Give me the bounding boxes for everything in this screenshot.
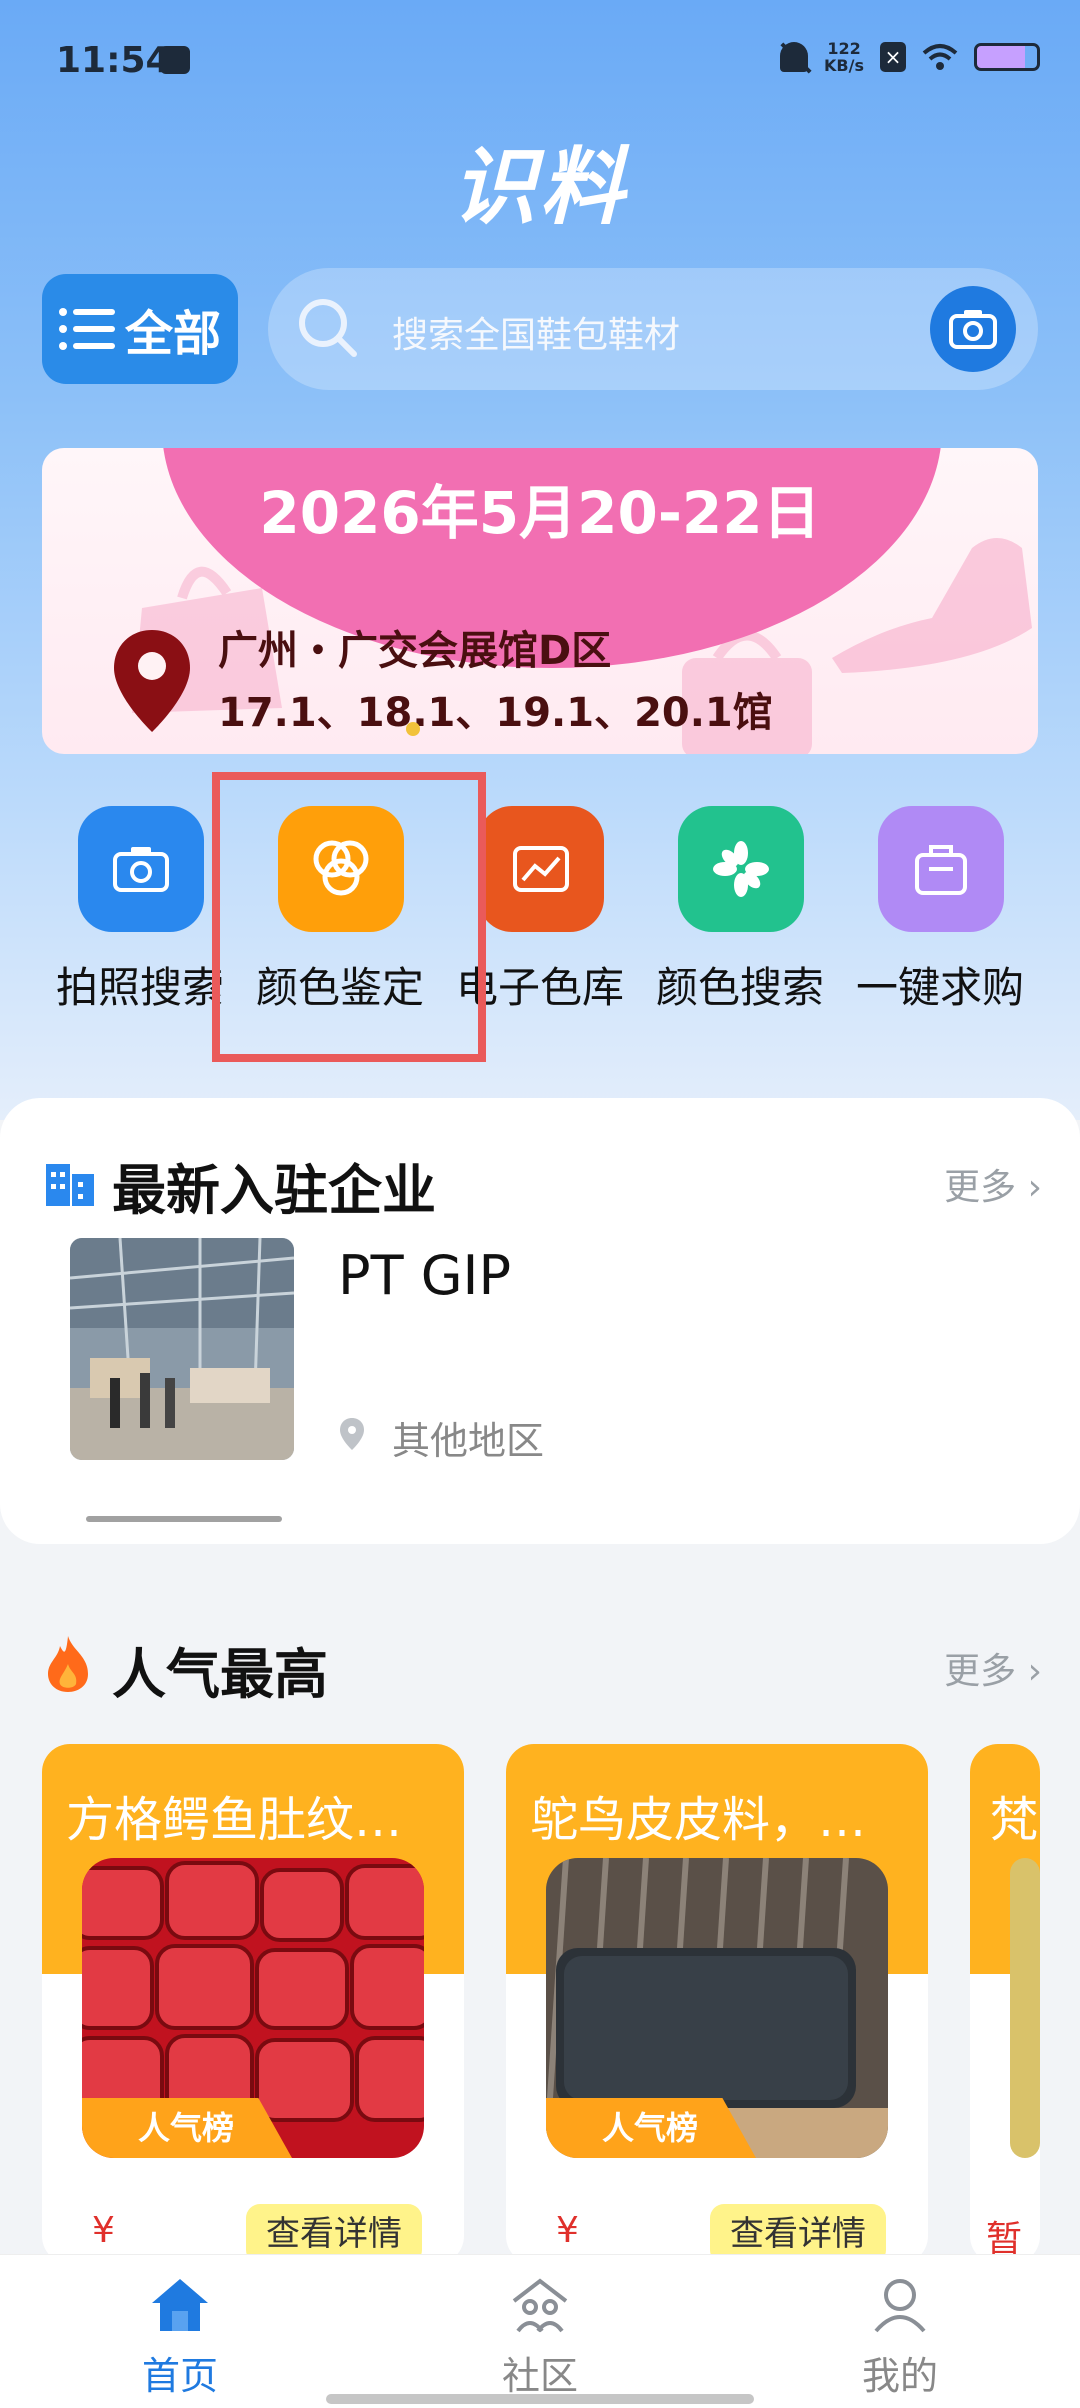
product-price: ¥ [556,2210,579,2251]
event-banner[interactable]: 2026年5月20-22日 广州・广交会展馆D区 17.1、18.1、19.1、… [42,448,1038,754]
section-header: 最新入驻企业 更多 › [42,1146,1042,1226]
status-icons: 122 KB/s × [780,40,1040,74]
quick-action-label: 颜色搜索 [655,963,824,1012]
home-indicator[interactable] [326,2394,754,2404]
image-frame-icon [478,806,604,932]
app-title: 识料 [451,137,628,236]
all-categories-button[interactable]: 全部 [42,274,238,384]
nav-profile[interactable]: 我的 [800,2255,1000,2408]
list-menu-icon [58,308,115,350]
banner-location: 广州・广交会展馆D区 [218,628,612,674]
nav-label: 社区 [501,2354,578,2398]
enterprise-location: 其他地区 [392,1419,545,1463]
camera-icon [949,310,997,349]
no-sim-icon: × [880,42,906,72]
search-placeholder: 搜索全国鞋包鞋材 [392,315,681,356]
category-button-label: 全部 [124,306,221,362]
fire-icon [48,1636,88,1692]
product-title: 鸵鸟皮皮料，… [530,1792,867,1848]
product-title: 方格鳄鱼肚纹… [66,1792,403,1848]
profile-icon [874,2279,926,2333]
location-pin-icon [340,1418,364,1450]
community-icon [512,2278,568,2333]
banner-dot [406,722,420,736]
location-pin-icon [114,630,190,732]
product-title: 梵 [990,1792,1039,1848]
network-speed: 122 KB/s [824,39,864,75]
popularity-badge: 人气榜 [546,2098,756,2158]
product-image [1010,1858,1040,2158]
mute-bell-icon [780,42,809,72]
popularity-badge: 人气榜 [82,2098,292,2158]
message-notification-icon [160,46,190,74]
section-title: 最新入驻企业 [112,1159,436,1222]
image-search-button[interactable] [930,286,1016,372]
quick-action-label: 一键求购 [855,963,1024,1012]
new-enterprises-card: 最新入驻企业 更多 › PT GIP 其他地区 [0,1098,1080,1544]
nav-label: 首页 [141,2354,218,2398]
product-price: ¥ [92,2210,115,2251]
home-icon [152,2279,208,2331]
enterprise-photo[interactable] [70,1238,294,1460]
nav-home[interactable]: 首页 [80,2255,280,2408]
section-title: 人气最高 [112,1643,328,1706]
highlight-annotation [212,772,486,1062]
banner-date: 2026年5月20-22日 [259,479,821,547]
nav-community[interactable]: 社区 [440,2255,640,2408]
nav-label: 我的 [861,2354,938,2398]
quick-one-click-buy[interactable]: 一键求购 [840,806,1040,1016]
quick-actions: 拍照搜索 颜色鉴定 电子色库 颜色搜索 一键求购 [0,806,1080,1016]
battery-icon [974,43,1040,71]
banner-halls: 17.1、18.1、19.1、20.1馆 [218,690,773,736]
product-card[interactable]: 鸵鸟皮皮料，… 人气榜 ¥ 查看详情 [506,1744,928,2264]
camera-icon [78,806,204,932]
list-item [86,1516,282,1522]
more-link[interactable]: 更多 › [944,1158,1042,1210]
wifi-icon [922,44,958,70]
quick-color-search[interactable]: 颜色搜索 [640,806,840,1016]
enterprise-name[interactable]: PT GIP [338,1244,511,1307]
status-time: 11:54 [56,40,171,81]
status-bar: 11:54 122 KB/s × [0,0,1080,120]
banner-pagination [406,722,420,736]
search-icon [299,299,357,357]
section-header: 人气最高 更多 › [42,1630,1042,1710]
quick-photo-search[interactable]: 拍照搜索 [40,806,240,1016]
building-icon [46,1164,94,1206]
search-input[interactable]: 搜索全国鞋包鞋材 [268,268,1038,390]
product-card[interactable]: 方格鳄鱼肚纹… 人气榜 ¥ 查看详情 [42,1744,464,2264]
more-link[interactable]: 更多 › [944,1642,1042,1694]
product-card[interactable]: 梵 暂 [970,1744,1040,2264]
bottom-navigation: 首页 社区 我的 [0,2254,1080,2408]
bag-icon [878,806,1004,932]
asterisk-icon [678,806,804,932]
